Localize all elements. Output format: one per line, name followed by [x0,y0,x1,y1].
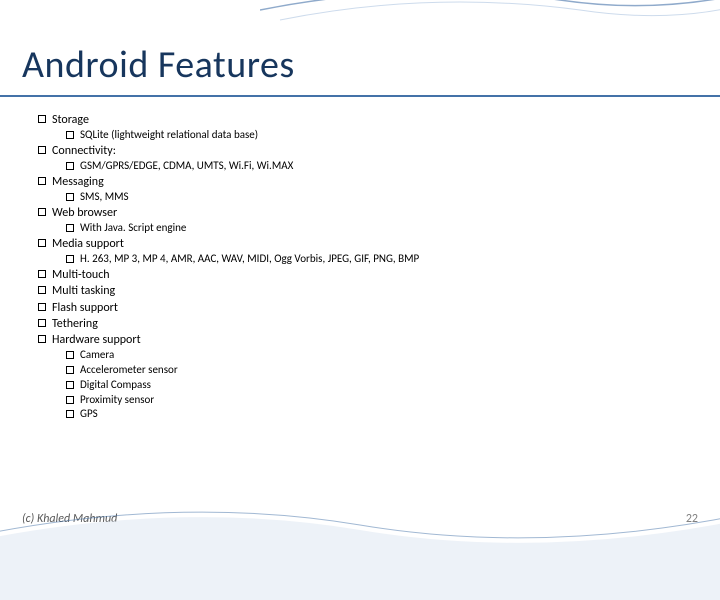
checkbox-bullet-icon [66,366,74,374]
bullet-text: GPS [80,407,98,422]
bullet-item: Proximity sensor [66,393,690,408]
bullet-item: Web browser [38,205,690,221]
bullet-text: Storage [52,112,89,128]
checkbox-bullet-icon [38,286,46,294]
bullet-text: Media support [52,236,124,252]
checkbox-bullet-icon [38,270,46,278]
bullet-text: Multi-touch [52,267,110,283]
bullet-item: H. 263, MP 3, MP 4, AMR, AAC, WAV, MIDI,… [66,252,690,267]
bullet-item: Storage [38,112,690,128]
checkbox-bullet-icon [38,115,46,123]
bullet-text: SQLite (lightweight relational data base… [80,128,258,143]
decorative-swoosh-top [260,0,720,80]
bullet-text: GSM/GPRS/EDGE, CDMA, UMTS, Wi.Fi, Wi.MAX [80,159,293,174]
bullet-text: Camera [80,348,114,363]
bullet-item: With Java. Script engine [66,221,690,236]
decorative-swoosh-bottom [0,480,720,600]
bullet-item: Multi tasking [38,283,690,299]
bullet-text: Flash support [52,300,118,316]
checkbox-bullet-icon [38,319,46,327]
checkbox-bullet-icon [66,351,74,359]
checkbox-bullet-icon [66,162,74,170]
bullet-item: Tethering [38,316,690,332]
checkbox-bullet-icon [66,131,74,139]
checkbox-bullet-icon [66,381,74,389]
bullet-item: Hardware support [38,332,690,348]
checkbox-bullet-icon [38,177,46,185]
bullet-text: Digital Compass [80,378,151,393]
bullet-text: Multi tasking [52,283,115,299]
title-underline [0,95,720,97]
bullet-text: Web browser [52,205,117,221]
bullet-text: With Java. Script engine [80,221,186,236]
checkbox-bullet-icon [38,239,46,247]
bullet-item: GPS [66,407,690,422]
bullet-item: Accelerometer sensor [66,363,690,378]
bullet-item: Flash support [38,300,690,316]
bullet-item: Media support [38,236,690,252]
checkbox-bullet-icon [38,146,46,154]
checkbox-bullet-icon [38,303,46,311]
bullet-item: Digital Compass [66,378,690,393]
bullet-item: SMS, MMS [66,190,690,205]
bullet-text: SMS, MMS [80,190,129,205]
bullet-text: Proximity sensor [80,393,154,408]
bullet-item: Camera [66,348,690,363]
bullet-list: StorageSQLite (lightweight relational da… [38,112,690,422]
bullet-item: Multi-touch [38,267,690,283]
bullet-item: SQLite (lightweight relational data base… [66,128,690,143]
checkbox-bullet-icon [66,396,74,404]
bullet-item: Messaging [38,174,690,190]
bullet-item: GSM/GPRS/EDGE, CDMA, UMTS, Wi.Fi, Wi.MAX [66,159,690,174]
bullet-item: Connectivity: [38,143,690,159]
checkbox-bullet-icon [66,224,74,232]
footer-copyright: (c) Khaled Mahmud [22,512,117,526]
bullet-text: Tethering [52,316,98,332]
checkbox-bullet-icon [38,208,46,216]
checkbox-bullet-icon [38,335,46,343]
checkbox-bullet-icon [66,410,74,418]
bullet-text: H. 263, MP 3, MP 4, AMR, AAC, WAV, MIDI,… [80,252,419,267]
bullet-text: Messaging [52,174,104,190]
page-number: 22 [686,512,698,526]
bullet-text: Hardware support [52,332,141,348]
slide-title: Android Features [22,42,295,88]
bullet-text: Connectivity: [52,143,116,159]
checkbox-bullet-icon [66,255,74,263]
checkbox-bullet-icon [66,193,74,201]
bullet-text: Accelerometer sensor [80,363,178,378]
